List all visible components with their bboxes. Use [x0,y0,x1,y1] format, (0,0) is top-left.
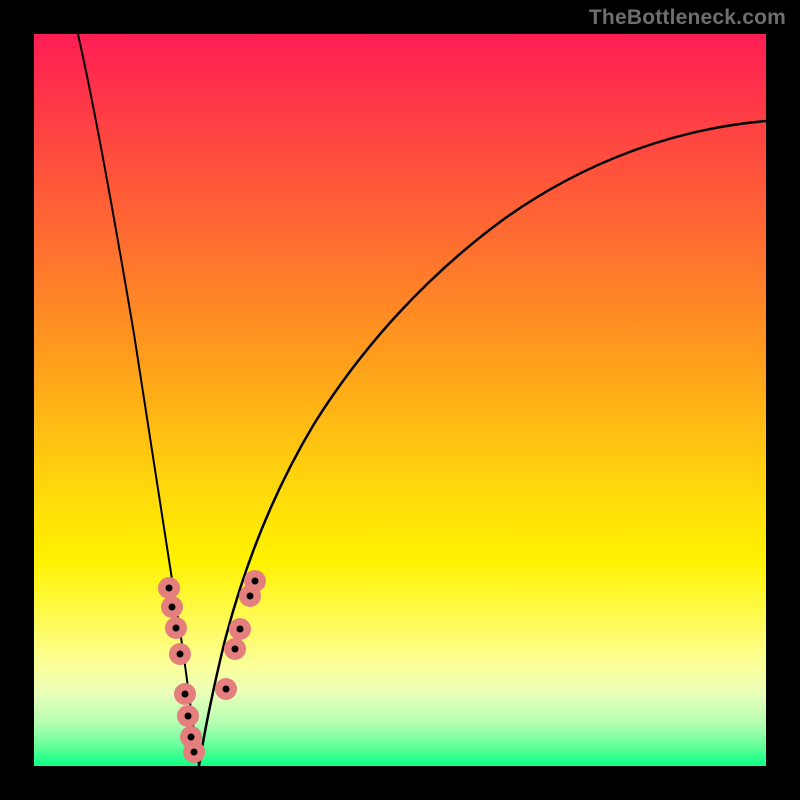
watermark-text: TheBottleneck.com [589,6,786,30]
plot-area [34,34,766,766]
markers-left [158,577,205,763]
curve-right [199,121,766,766]
curve-layer [34,34,766,766]
chart-frame: TheBottleneck.com [0,0,800,800]
